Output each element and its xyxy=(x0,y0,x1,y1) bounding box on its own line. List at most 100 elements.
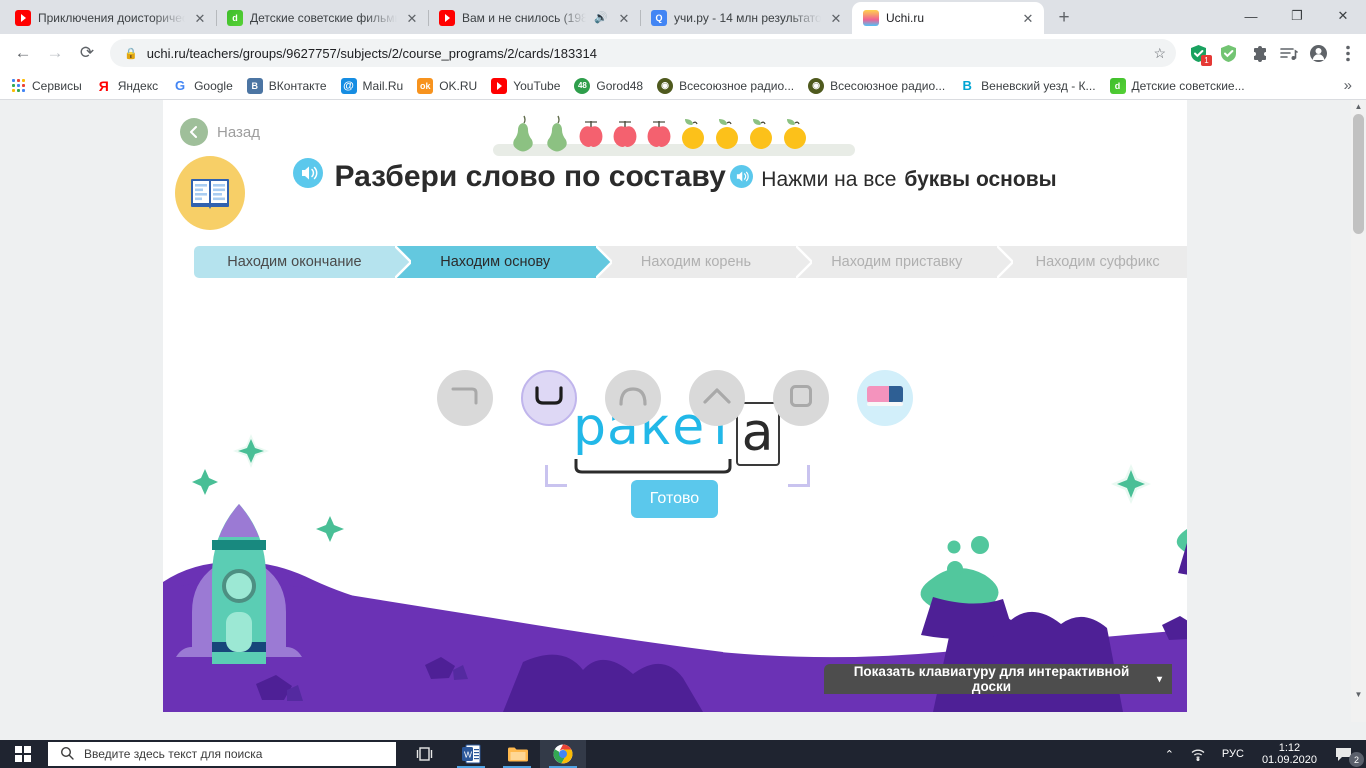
show-keyboard-label: Показать клавиатуру для интерактивной до… xyxy=(853,664,1130,694)
browser-tab[interactable]: Приключения доисторическо ✕ xyxy=(4,2,216,34)
reading-list-icon[interactable] xyxy=(1278,43,1298,63)
bookmark-item[interactable]: Я Яндекс xyxy=(95,77,159,94)
close-icon[interactable]: ✕ xyxy=(404,10,420,26)
scroll-up-icon[interactable]: ▲ xyxy=(1353,102,1364,114)
page-subtitle: Нажми на все буквы основы xyxy=(730,165,1057,194)
show-keyboard-bar[interactable]: Показать клавиатуру для интерактивной до… xyxy=(824,664,1172,694)
wifi-icon[interactable] xyxy=(1182,740,1214,768)
bookmark-item[interactable]: ◉ Всесоюзное радио... xyxy=(808,77,945,94)
word-icon[interactable]: W xyxy=(448,740,494,768)
bookmark-star-icon[interactable]: ☆ xyxy=(1153,45,1166,62)
bookmark-item[interactable]: G Google xyxy=(172,77,233,94)
bookmark-item[interactable]: B ВКонтакте xyxy=(246,77,327,94)
search-icon: Q xyxy=(651,10,667,26)
close-icon[interactable]: ✕ xyxy=(192,10,208,26)
bookmark-item[interactable]: YouTube xyxy=(491,77,561,94)
step-find-base[interactable]: Находим основу xyxy=(394,246,612,278)
page-title: Разбери слово по составу xyxy=(293,158,726,196)
step-arrow-icon xyxy=(595,246,612,278)
bookmark-item[interactable]: Сервисы xyxy=(10,78,82,94)
google-icon: G xyxy=(172,77,189,94)
bookmark-item[interactable]: 48 Gorod48 xyxy=(574,77,643,94)
toolbar-icons: 1 xyxy=(1184,43,1358,66)
step-arrow-icon xyxy=(997,246,1014,278)
close-icon[interactable]: ✕ xyxy=(1020,10,1036,26)
back-button[interactable]: Назад xyxy=(180,118,260,146)
progress-fruit-orange xyxy=(711,112,743,152)
task-view-icon[interactable] xyxy=(402,740,448,768)
root-tool-button[interactable] xyxy=(605,370,661,426)
bookmark-label: YouTube xyxy=(513,78,561,93)
progress-fruit-orange xyxy=(677,112,709,152)
bookmark-item[interactable]: @ Mail.Ru xyxy=(340,77,403,94)
speaker-sound-icon[interactable] xyxy=(730,165,754,194)
windows-start-icon[interactable] xyxy=(0,740,46,768)
browser-tab[interactable]: d Детские советские фильмы (3 ✕ xyxy=(216,2,428,34)
chevron-down-icon[interactable]: ▾ xyxy=(1157,674,1162,685)
scroll-down-icon[interactable]: ▼ xyxy=(1353,690,1364,702)
address-bar[interactable]: 🔒 uchi.ru/teachers/groups/9627757/subjec… xyxy=(110,39,1176,67)
tray-expand-icon[interactable]: ⌃ xyxy=(1157,740,1182,768)
windows-taskbar: Введите здесь текст для поиска W ⌃ РУС 1… xyxy=(0,740,1366,768)
step-find-suffix[interactable]: Находим суффикс xyxy=(997,246,1187,278)
selection-corner-icon xyxy=(788,465,810,487)
page-scrollbar[interactable]: ▲ ▼ xyxy=(1351,100,1366,722)
progress-fruit-apple xyxy=(609,112,641,152)
youtube-icon xyxy=(491,77,508,94)
step-find-prefix[interactable]: Находим приставку xyxy=(796,246,1014,278)
title-text: Разбери слово по составу xyxy=(334,160,726,193)
new-tab-button[interactable]: + xyxy=(1050,4,1078,32)
language-indicator[interactable]: РУС xyxy=(1214,740,1252,768)
bookmark-item[interactable]: ok OK.RU xyxy=(417,77,478,94)
notifications-count: 2 xyxy=(1349,752,1364,767)
bookmark-item[interactable]: d Детские советские... xyxy=(1109,77,1245,94)
adblock-shield-icon[interactable]: 1 xyxy=(1188,43,1212,66)
chrome-menu-icon[interactable] xyxy=(1338,43,1358,63)
ending-tool-button[interactable] xyxy=(437,370,493,426)
reload-icon[interactable]: ⟳ xyxy=(72,38,102,68)
suffix-tool-button[interactable] xyxy=(773,370,829,426)
back-icon[interactable]: ← xyxy=(8,38,38,68)
maximize-icon[interactable]: ❐ xyxy=(1274,0,1320,32)
step-find-root[interactable]: Находим корень xyxy=(595,246,813,278)
browser-tab-active[interactable]: Uchi.ru ✕ xyxy=(852,2,1044,34)
notifications-icon[interactable]: 2 xyxy=(1327,740,1366,768)
minimize-icon[interactable]: — xyxy=(1228,0,1274,32)
progress-fruit-pear xyxy=(541,112,573,152)
close-window-icon[interactable]: ✕ xyxy=(1320,0,1366,32)
profile-avatar-icon[interactable] xyxy=(1308,43,1328,63)
base-tool-button[interactable] xyxy=(521,370,577,426)
gorod48-icon: 48 xyxy=(574,77,591,94)
close-icon[interactable]: ✕ xyxy=(828,10,844,26)
taskbar-clock[interactable]: 1:12 01.09.2020 xyxy=(1252,742,1327,766)
step-arrow-icon xyxy=(394,246,411,278)
done-button[interactable]: Готово xyxy=(631,480,718,518)
browser-tab[interactable]: Вам и не снилось (1980) С 🔊 ✕ xyxy=(428,2,640,34)
scrollbar-thumb[interactable] xyxy=(1353,114,1364,234)
root-arc-icon xyxy=(618,386,648,411)
base-underline-icon xyxy=(534,385,564,411)
bookmark-label: OK.RU xyxy=(439,78,478,93)
bookmark-label: Яндекс xyxy=(117,78,159,93)
bookmark-item[interactable]: B Веневский уезд - К... xyxy=(959,77,1096,94)
taskbar-search-input[interactable]: Введите здесь текст для поиска xyxy=(48,742,396,766)
chrome-icon[interactable] xyxy=(540,740,586,768)
step-label: Находим суффикс xyxy=(1035,254,1160,270)
prefix-tool-button[interactable] xyxy=(689,370,745,426)
bookmark-item[interactable]: ◉ Всесоюзное радио... xyxy=(657,77,794,94)
lock-icon: 🔒 xyxy=(124,47,138,60)
antivirus-shield-icon[interactable] xyxy=(1218,43,1238,63)
dzen-icon: d xyxy=(1109,77,1126,94)
speaker-sound-icon[interactable] xyxy=(293,158,324,196)
folder-icon[interactable] xyxy=(494,740,540,768)
progress-fruit-pear xyxy=(507,112,539,152)
forward-icon[interactable]: → xyxy=(40,38,70,68)
tab-audio-icon[interactable]: 🔊 xyxy=(593,10,609,26)
step-find-ending[interactable]: Находим окончание xyxy=(194,246,411,278)
bookmarks-overflow-icon[interactable]: » xyxy=(1344,77,1356,94)
close-icon[interactable]: ✕ xyxy=(616,10,632,26)
clock-time: 1:12 xyxy=(1278,742,1301,754)
eraser-tool-button[interactable] xyxy=(857,370,913,426)
extensions-puzzle-icon[interactable] xyxy=(1248,43,1268,63)
browser-tab[interactable]: Q учи.ру - 14 млн результатов. П ✕ xyxy=(640,2,852,34)
